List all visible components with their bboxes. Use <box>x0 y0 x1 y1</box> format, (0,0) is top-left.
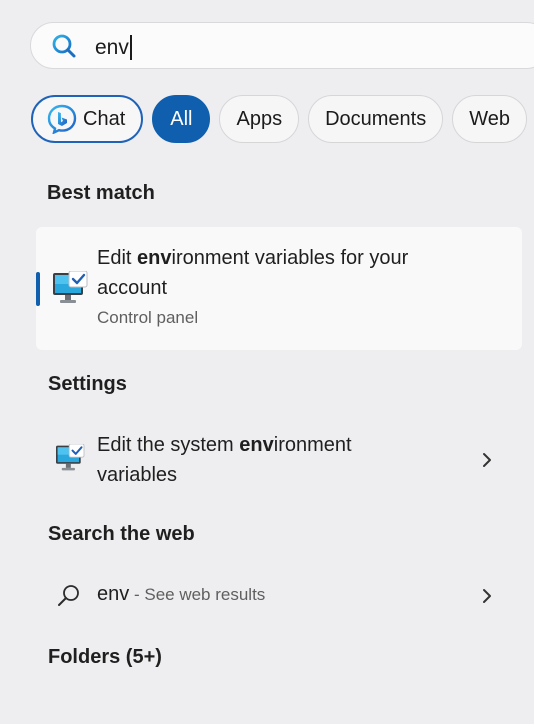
web-search-hint: - See web results <box>129 585 266 604</box>
chevron-right-icon[interactable] <box>480 450 494 470</box>
section-search-web: Search the web <box>48 523 195 545</box>
filter-apps-label: Apps <box>236 107 283 130</box>
monitor-check-icon <box>56 444 85 471</box>
section-folders[interactable]: Folders (5+) <box>48 646 162 669</box>
filter-bar: Chat All Apps Documents Web <box>31 95 527 143</box>
filter-web[interactable]: Web <box>452 95 527 143</box>
web-search-text: env - See web results <box>97 583 265 606</box>
best-match-title-prefix: Edit <box>97 247 138 269</box>
filter-all[interactable]: All <box>152 95 211 143</box>
chevron-right-icon[interactable] <box>480 586 494 606</box>
settings-title-prefix: Edit the system <box>97 434 240 456</box>
web-search-query: env <box>97 583 130 605</box>
best-match-title-highlight: env <box>137 247 172 269</box>
search-input[interactable]: env <box>95 35 132 60</box>
settings-title-highlight: env <box>239 434 274 456</box>
filter-apps[interactable]: Apps <box>219 95 300 143</box>
monitor-check-icon <box>53 271 88 303</box>
best-match-title-line2: account <box>97 277 168 299</box>
filter-web-label: Web <box>469 107 510 130</box>
best-match-title-line1: Edit environment variables for your <box>97 243 408 273</box>
best-match-subtitle: Control panel <box>97 308 199 327</box>
search-box[interactable]: env <box>30 22 534 69</box>
filter-all-label: All <box>170 107 193 130</box>
search-icon <box>58 585 79 606</box>
search-query: env <box>95 35 129 59</box>
search-icon <box>52 34 76 58</box>
filter-documents[interactable]: Documents <box>308 95 444 143</box>
filter-documents-label: Documents <box>325 107 427 130</box>
best-match-title-rest: ironment variables for your <box>171 247 409 269</box>
filter-chat[interactable]: Chat <box>31 95 144 143</box>
settings-title-rest: ironment <box>273 434 352 456</box>
section-best-match: Best match <box>47 182 155 204</box>
bing-chat-icon <box>47 104 77 134</box>
text-caret <box>129 35 132 60</box>
settings-title-line2: variables <box>97 464 178 486</box>
selection-indicator <box>36 272 40 306</box>
settings-title-line1: Edit the system environment <box>97 430 352 460</box>
filter-chat-label: Chat <box>83 107 126 130</box>
section-settings: Settings <box>48 373 127 395</box>
